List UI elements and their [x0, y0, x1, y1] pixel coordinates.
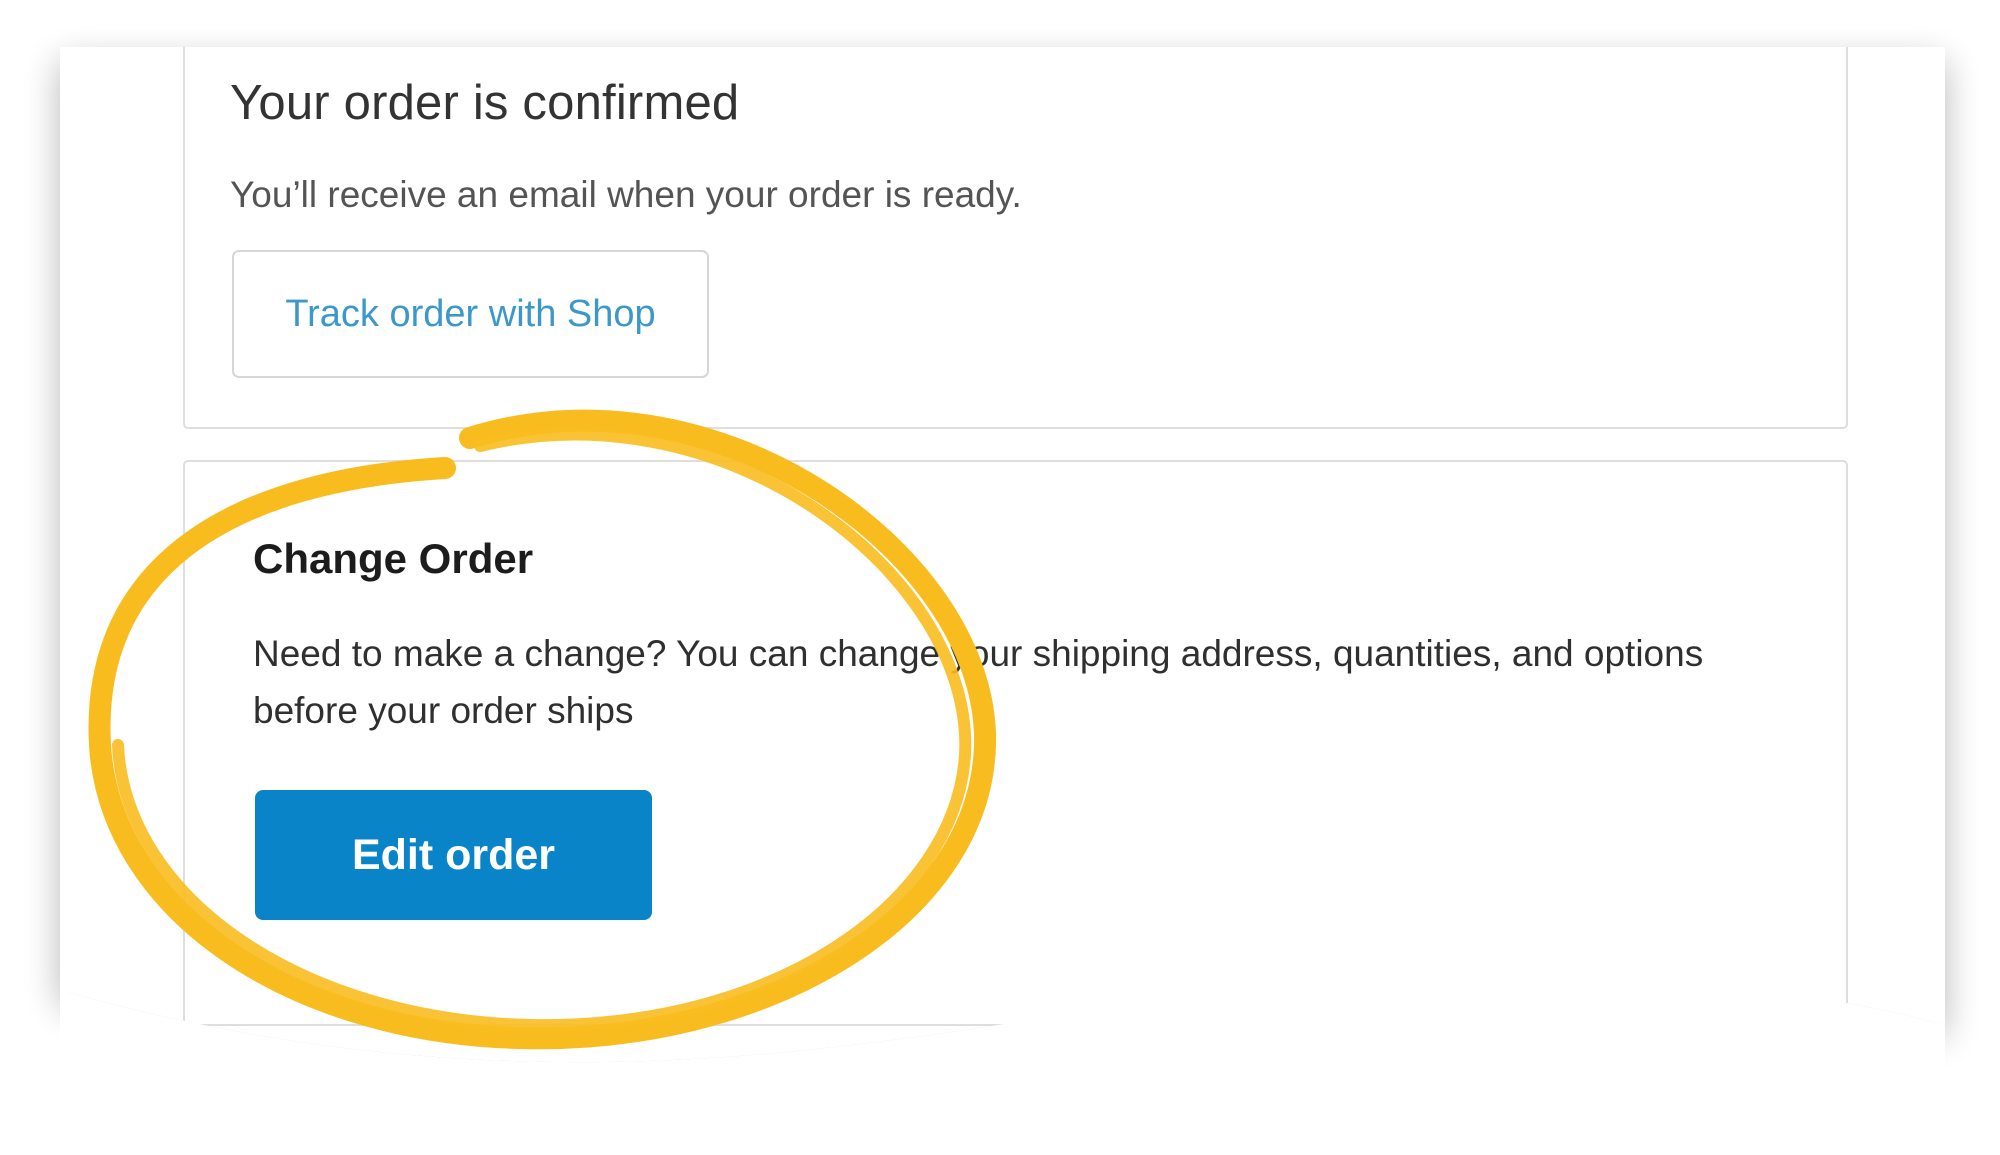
change-order-description: Need to make a change? You can change yo…	[253, 633, 1704, 731]
order-confirmed-message: You’ll receive an email when your order …	[230, 174, 1022, 215]
email-content: Your order is confirmed You’ll receive a…	[60, 47, 1945, 1077]
order-confirmed-title: Your order is confirmed	[230, 76, 740, 130]
change-order-title: Change Order	[253, 535, 534, 582]
track-order-button[interactable]: Track order with Shop	[232, 250, 709, 378]
edit-order-button[interactable]: Edit order	[255, 790, 652, 920]
